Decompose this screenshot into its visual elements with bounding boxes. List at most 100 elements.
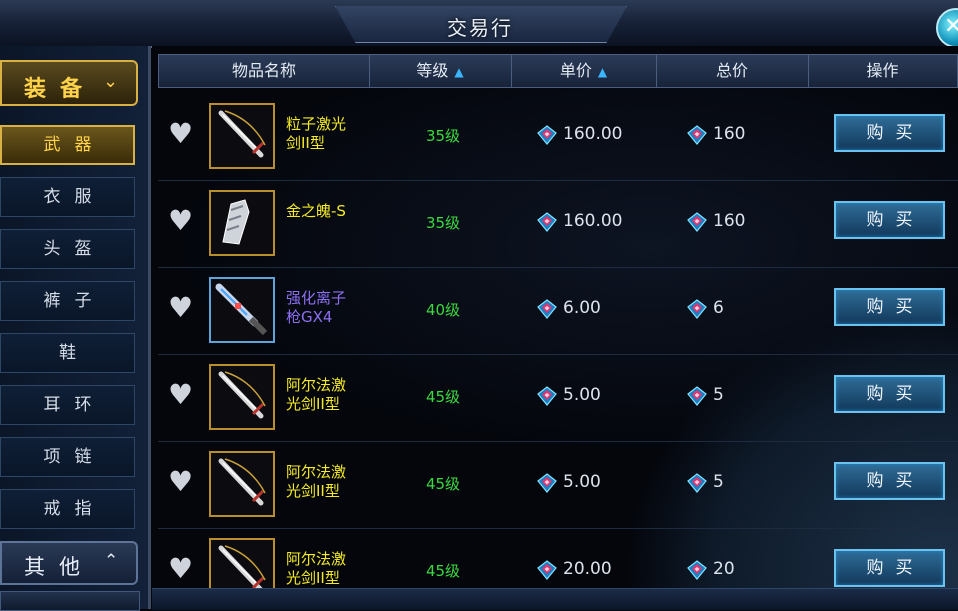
item-icon[interactable] xyxy=(209,364,275,430)
favorite-heart-icon[interactable]: ♥ xyxy=(168,119,198,149)
bottom-bar xyxy=(152,588,958,610)
sort-up-icon: ▲ xyxy=(597,65,608,79)
item-icon[interactable] xyxy=(209,103,275,169)
gem-currency-icon xyxy=(536,298,558,320)
category-equipment-label: 装备 xyxy=(24,77,97,102)
item-name: 金之魄-S xyxy=(286,202,366,221)
header-level[interactable]: 等级 ▲ xyxy=(369,55,512,87)
gem-currency-icon xyxy=(536,124,558,146)
total-price: 20 xyxy=(713,559,735,579)
item-level: 35级 xyxy=(425,127,461,145)
header-name-label: 物品名称 xyxy=(231,61,296,80)
header-total-price: 总价 xyxy=(656,55,809,87)
subcategory-necklace[interactable]: 项链 xyxy=(0,437,135,477)
close-icon: ✕ xyxy=(944,14,958,39)
table-row: ♥ 阿尔法激 光剑II型 45级 5.00 5 购买 xyxy=(158,354,958,442)
subcategory-ring[interactable]: 戒指 xyxy=(0,489,135,529)
title-bar: 交易行 ✕ xyxy=(0,0,958,48)
buy-button[interactable]: 购买 xyxy=(834,201,945,239)
item-level: 45级 xyxy=(425,475,461,493)
item-name: 阿尔法激 光剑II型 xyxy=(286,463,366,501)
total-price: 160 xyxy=(713,211,746,231)
gem-currency-icon xyxy=(686,298,708,320)
unit-price: 5.00 xyxy=(563,472,601,492)
total-price: 6 xyxy=(713,298,724,318)
item-level: 45级 xyxy=(425,388,461,406)
gem-currency-icon xyxy=(686,124,708,146)
table-row: ♥ 阿尔法激 光剑II型 45级 5.00 5 购买 xyxy=(158,441,958,529)
header-total-price-label: 总价 xyxy=(715,61,748,80)
item-name-line1: 强化离子 xyxy=(286,289,347,307)
chevron-down-icon: ⌄ xyxy=(103,71,119,92)
item-name-line1: 阿尔法激 xyxy=(286,376,347,394)
header-action: 操作 xyxy=(808,55,957,87)
gem-currency-icon xyxy=(686,472,708,494)
unit-price: 6.00 xyxy=(563,298,601,318)
unit-price: 160.00 xyxy=(563,124,623,144)
item-name-line2: 光剑II型 xyxy=(286,569,340,587)
item-name-line2: 光剑II型 xyxy=(286,482,340,500)
header-name: 物品名称 xyxy=(159,55,370,87)
favorite-heart-icon[interactable]: ♥ xyxy=(168,554,198,584)
listing-table: 物品名称 等级 ▲ 单价 ▲ 总价 操作 ♥ 粒子激光 剑II型 35级 160.00 160… xyxy=(152,46,958,609)
subcategory-pants[interactable]: 裤子 xyxy=(0,281,135,321)
buy-button[interactable]: 购买 xyxy=(834,375,945,413)
total-price: 160 xyxy=(713,124,746,144)
category-equipment[interactable]: 装备 ⌄ xyxy=(0,60,138,106)
gem-currency-icon xyxy=(536,385,558,407)
table-header: 物品名称 等级 ▲ 单价 ▲ 总价 操作 xyxy=(158,54,958,88)
gem-currency-icon xyxy=(686,559,708,581)
table-row: ♥ 金之魄-S 35级 160.00 160 购买 xyxy=(158,180,958,268)
item-name-line1: 阿尔法激 xyxy=(286,463,347,481)
subcategory-clothes[interactable]: 衣服 xyxy=(0,177,135,217)
total-price: 5 xyxy=(713,385,724,405)
buy-button[interactable]: 购买 xyxy=(834,462,945,500)
favorite-heart-icon[interactable]: ♥ xyxy=(168,206,198,236)
close-button[interactable]: ✕ xyxy=(936,8,958,48)
subcategory-shoes[interactable]: 鞋 xyxy=(0,333,135,373)
item-icon[interactable] xyxy=(209,190,275,256)
item-icon[interactable] xyxy=(209,277,275,343)
item-name-line1: 阿尔法激 xyxy=(286,550,347,568)
unit-price: 20.00 xyxy=(563,559,612,579)
table-row: ♥ 强化离子 枪GX4 40级 6.00 6 购买 xyxy=(158,267,958,355)
buy-button[interactable]: 购买 xyxy=(834,549,945,587)
item-name-line2: 剑II型 xyxy=(286,134,325,152)
subcategory-weapon[interactable]: 武器 xyxy=(0,125,135,165)
item-name: 阿尔法激 光剑II型 xyxy=(286,550,366,588)
category-other-label: 其他 xyxy=(24,555,94,579)
favorite-heart-icon[interactable]: ♥ xyxy=(168,293,198,323)
category-sidebar: 装备 ⌄ 武器 衣服 头盔 裤子 鞋 耳环 项链 戒指 其他 ⌃ xyxy=(0,46,151,611)
favorite-heart-icon[interactable]: ♥ xyxy=(168,380,198,410)
gem-currency-icon xyxy=(536,472,558,494)
buy-button[interactable]: 购买 xyxy=(834,114,945,152)
gem-currency-icon xyxy=(536,211,558,233)
unit-price: 5.00 xyxy=(563,385,601,405)
gem-currency-icon xyxy=(536,559,558,581)
buy-button[interactable]: 购买 xyxy=(834,288,945,326)
item-name: 粒子激光 剑II型 xyxy=(286,115,366,153)
item-name-line2: 光剑II型 xyxy=(286,395,340,413)
total-price: 5 xyxy=(713,472,724,492)
category-other[interactable]: 其他 ⌃ xyxy=(0,541,138,585)
sort-up-icon: ▲ xyxy=(454,65,464,79)
item-name: 强化离子 枪GX4 xyxy=(286,289,366,327)
subcategory-earring[interactable]: 耳环 xyxy=(0,385,135,425)
item-icon[interactable] xyxy=(209,451,275,517)
window-title: 交易行 xyxy=(447,16,513,40)
subcategory-helmet[interactable]: 头盔 xyxy=(0,229,135,269)
gem-currency-icon xyxy=(686,211,708,233)
header-action-label: 操作 xyxy=(866,61,899,80)
item-name-line1: 粒子激光 xyxy=(286,115,347,133)
item-level: 40级 xyxy=(425,301,461,319)
unit-price: 160.00 xyxy=(563,211,623,231)
table-row: ♥ 粒子激光 剑II型 35级 160.00 160 购买 xyxy=(158,93,958,181)
sidebar-bottom-edge xyxy=(0,591,140,611)
header-level-label: 等级 xyxy=(416,61,449,80)
favorite-heart-icon[interactable]: ♥ xyxy=(168,467,198,497)
item-name-line1: 金之魄-S xyxy=(286,202,346,220)
chevron-up-icon: ⌃ xyxy=(104,551,119,571)
header-unit-price[interactable]: 单价 ▲ xyxy=(511,55,657,87)
item-level: 45级 xyxy=(425,562,461,580)
item-name: 阿尔法激 光剑II型 xyxy=(286,376,366,414)
